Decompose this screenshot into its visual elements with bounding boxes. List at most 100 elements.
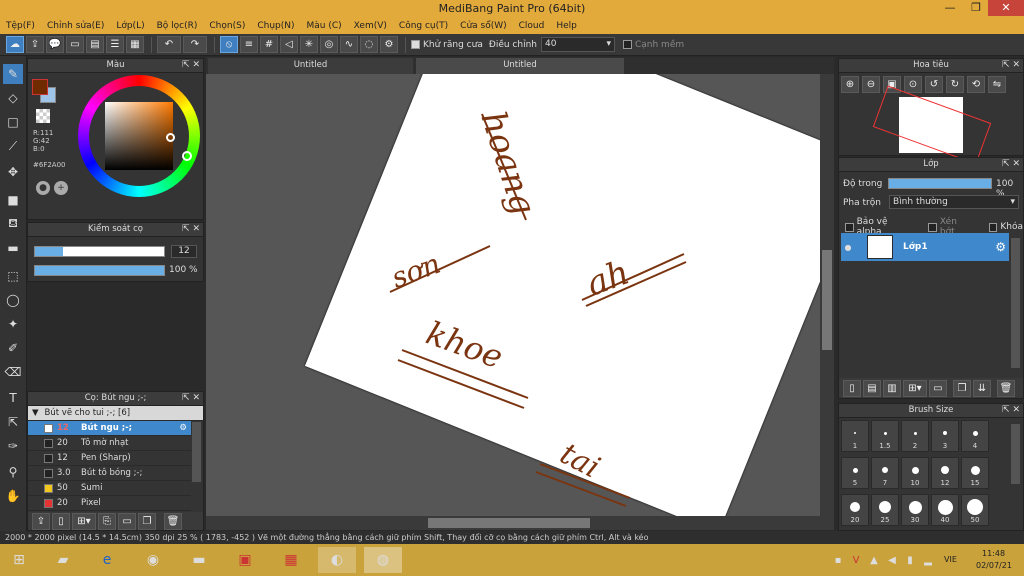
brush-settings-icon[interactable]: ⚙ [179,423,187,433]
internet-explorer-icon[interactable]: e [88,547,126,573]
navigator-preview[interactable] [872,85,992,165]
medibang-icon[interactable]: ◍ [364,547,402,573]
file-explorer-icon[interactable]: ▬ [180,547,218,573]
canvas-vertical-scrollbar[interactable] [820,74,834,516]
select-rect-tool-icon[interactable]: ⬚ [3,266,23,286]
canvas-horizontal-scrollbar[interactable] [206,516,834,530]
brush-list-item[interactable]: 3.0 Bút tô bóng ;-; [28,466,191,481]
layer-settings-icon[interactable]: ⚙ [995,240,1006,254]
layer-opacity-slider[interactable] [888,178,992,189]
divide-tool-icon[interactable]: ✑ [3,436,23,456]
layer-row[interactable]: ● Lớp1 ⚙ [841,233,1009,261]
cross-snap-icon[interactable]: # [260,36,278,53]
move-tool-icon[interactable]: ✥ [3,162,23,182]
select-pen-tool-icon[interactable]: ✐ [3,338,23,358]
panel-controls-icon[interactable]: ⇱ ✕ [1002,404,1020,417]
add-layer-menu-icon[interactable]: ⊞▾ [903,379,927,397]
grid-icon[interactable]: ▦ [126,36,144,53]
text-tool-icon[interactable]: T [3,388,23,408]
dot-tool-icon[interactable]: ⟋ [3,136,23,156]
rotate-left-icon[interactable]: ↺ [925,76,943,93]
tab-untitled-1[interactable]: Untitled [208,58,413,74]
palette-add-icon[interactable]: + [54,181,68,195]
brush-list-item[interactable]: 12 Bút ngu ;-; ⚙ [28,421,191,436]
brush-size-option[interactable]: 10 [901,457,929,489]
brush-size-option[interactable]: 5 [841,457,869,489]
brush-delete-icon[interactable]: 🗑 [164,512,182,530]
tray-icon-1[interactable]: ▪ [828,547,848,573]
close-button[interactable]: ✕ [988,0,1024,16]
brush-size-slider[interactable] [34,246,165,257]
rotate-right-icon[interactable]: ↻ [946,76,964,93]
flip-icon[interactable]: ⇋ [988,76,1006,93]
brush-new-icon[interactable]: ▯ [52,512,70,530]
layer-folder-icon[interactable]: ▭ [929,379,947,397]
redo-icon[interactable]: ↷ [183,36,207,53]
clock-date[interactable]: 02/07/21 [976,561,1012,570]
horizontal-scroll-thumb[interactable] [428,518,590,528]
visibility-icon[interactable]: ● [841,243,855,252]
comment-icon[interactable]: 💬 [46,36,64,53]
curve-snap-icon[interactable]: ∿ [340,36,358,53]
ellipse-snap-icon[interactable]: ◌ [360,36,378,53]
battery-icon[interactable]: ▮ [900,547,920,573]
zoom-in-icon[interactable]: ⊕ [841,76,859,93]
brush-size-option[interactable]: 1.5 [871,420,899,452]
brush-list-item[interactable]: 20 Tô mờ nhạt [28,436,191,451]
brush-list-scrollbar[interactable] [192,422,201,482]
antialias-checkbox[interactable] [411,40,420,49]
undo-icon[interactable]: ↶ [157,36,181,53]
gradient-tool-icon[interactable]: ▬ [3,238,23,258]
menu-select[interactable]: Chọn(S) [209,21,245,31]
brush-list-item[interactable]: 12 Pen (Sharp) [28,451,191,466]
brush-size-option[interactable]: 20 [841,494,869,526]
menu-file[interactable]: Tệp(F) [6,21,35,31]
cloud-icon[interactable]: ☁ [6,36,24,53]
brush-size-option[interactable]: 7 [871,457,899,489]
snap-settings-icon[interactable]: ⚙ [380,36,398,53]
tray-expand-icon[interactable]: ▲ [864,547,884,573]
brush-size-option[interactable]: 4 [961,420,989,452]
lock-checkbox[interactable] [988,222,998,232]
brush-duplicate-icon[interactable]: ❐ [138,512,156,530]
panel-controls-icon[interactable]: ⇱ ✕ [182,223,200,236]
clipping-checkbox[interactable] [928,222,937,232]
palette-icon[interactable]: ● [36,181,50,195]
brush-size-option[interactable]: 15 [961,457,989,489]
menu-filter[interactable]: Bộ lọc(R) [157,21,198,31]
panel-controls-icon[interactable]: ⇱ ✕ [182,59,200,72]
eyedropper-tool-icon[interactable]: ⚲ [3,462,23,482]
radial-snap-icon[interactable]: ✳ [300,36,318,53]
concentric-snap-icon[interactable]: ◎ [320,36,338,53]
app-icon-green[interactable]: ◐ [318,547,356,573]
brush-list-item[interactable]: 50 Sumi [28,481,191,496]
hand-tool-icon[interactable]: ✋ [3,486,23,506]
menu-snap[interactable]: Chụp(N) [257,21,294,31]
adjust-select[interactable]: 40 ▾ [540,37,615,52]
soft-edge-checkbox[interactable] [622,40,632,49]
brush-size-option[interactable]: 40 [931,494,959,526]
app-icon-bluestacks[interactable]: ▰ [44,547,82,573]
brush-tool-icon[interactable]: ✎ [3,64,23,84]
tray-icon-2[interactable]: V [846,547,866,573]
menu-view[interactable]: Xem(V) [354,21,387,31]
brush-size-option[interactable]: 30 [901,494,929,526]
minimize-button[interactable]: — [938,0,962,16]
menu-layer[interactable]: Lớp(L) [116,21,144,31]
list-icon[interactable]: ☰ [106,36,124,53]
parallel-snap-icon[interactable]: ≡ [240,36,258,53]
menu-window[interactable]: Cửa sổ(W) [460,21,506,31]
menu-tools[interactable]: Công cụ(T) [399,21,448,31]
primary-color-swatch[interactable] [32,79,48,95]
network-icon[interactable]: ▂ [918,547,938,573]
navigator-view-rect[interactable] [872,85,992,165]
brush-size-option[interactable]: 50 [961,494,989,526]
vertical-scroll-thumb[interactable] [822,250,832,350]
brush-size-option[interactable]: 3 [931,420,959,452]
zoom-out-icon[interactable]: ⊖ [862,76,880,93]
brush-upload-icon[interactable]: ⇪ [32,512,50,530]
volume-icon[interactable]: ◀ [882,547,902,573]
app-icon-red[interactable]: ▦ [272,547,310,573]
blend-mode-select[interactable]: Bình thường ▾ [889,195,1019,209]
panel-controls-icon[interactable]: ⇱ ✕ [1002,59,1020,72]
